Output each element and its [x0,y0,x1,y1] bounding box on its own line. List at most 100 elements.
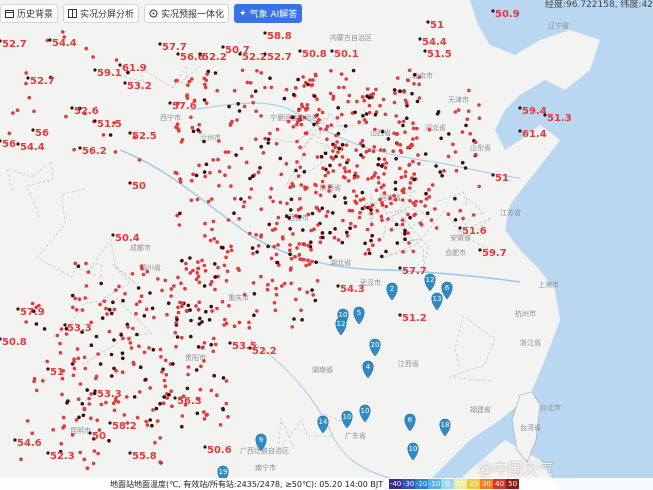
station-temp-label[interactable]: 52.5 [132,131,157,142]
station-temp-label[interactable]: 53.5 [232,341,257,352]
station-dot [175,213,179,218]
station-temp-label[interactable]: 52.7 [2,39,27,50]
station-temp-label[interactable]: 51 [430,20,444,31]
split-screen-analysis-button[interactable]: 实况分屏分析 [63,4,140,23]
station-dot [227,165,232,169]
station-dot [125,395,129,399]
station-temp-label[interactable]: 54.4 [20,142,45,153]
map-canvas[interactable]: 辽宁省北京市天津市河北省山东省山西省内蒙古自治区宁夏回族自治区陕西省河南省江苏省… [0,0,653,490]
station-temp-label[interactable]: 57.7 [402,266,427,277]
station-dot [291,115,295,120]
station-dot [24,320,28,324]
station-temp-label[interactable]: 59.7 [482,248,507,259]
station-dot [427,195,432,199]
station-temp-label[interactable]: 51.5 [427,49,452,60]
station-temp-label[interactable]: 56 [35,128,49,139]
station-temp-label[interactable]: 51 [50,367,64,378]
station-temp-label[interactable]: 51.6 [462,226,487,237]
station-dot [296,77,300,82]
station-dot [225,250,230,254]
station-temp-label[interactable]: 50 [132,181,146,192]
station-dot [202,341,207,345]
station-dot [287,216,292,220]
station-temp-label[interactable]: 54.4 [52,38,77,49]
station-dot [82,407,87,412]
station-temp-label[interactable]: 53.2 [127,81,152,92]
station-dot [412,82,416,86]
station-temp-label[interactable]: 53.3 [67,323,92,334]
station-temp-label[interactable]: 50.1 [334,49,359,60]
station-dot [127,336,131,341]
station-dot [371,243,375,247]
station-temp-label[interactable]: 57.9 [20,307,45,318]
station-dot [295,246,299,250]
station-temp-label[interactable]: 52.2 [242,52,267,63]
station-temp-label[interactable]: 54.3 [340,284,365,295]
station-dot [195,271,199,275]
station-dot [288,243,292,247]
station-temp-label[interactable]: 52.7 [267,52,292,63]
station-dot [361,114,365,118]
station-temp-label[interactable]: 59.1 [97,68,122,79]
station-temp-label[interactable]: 53.3 [97,389,122,400]
station-dot [104,400,108,405]
station-dot [430,183,435,187]
station-dot [349,221,353,226]
station-temp-label[interactable]: 54.6 [17,438,42,449]
station-temp-label[interactable]: 54.4 [422,37,447,48]
station-dot [269,85,274,90]
station-dot [298,165,303,170]
station-temp-label[interactable]: 59.4 [522,106,547,117]
station-temp-label[interactable]: 52.7 [30,76,55,87]
station-temp-label[interactable]: 50.9 [495,9,520,20]
station-dot [209,304,213,309]
station-dot [261,151,266,155]
station-dot [289,256,294,261]
station-temp-label[interactable]: 52.6 [74,106,99,117]
station-dot [427,127,432,132]
station-dot [200,258,204,263]
station-dot [178,180,183,184]
station-temp-label[interactable]: 56.2 [82,146,107,157]
station-dot [254,233,258,237]
station-dot [298,215,302,219]
station-dot [175,317,179,322]
station-temp-label[interactable]: 61.9 [122,63,147,74]
station-dot [403,130,407,134]
station-dot [199,364,203,369]
station-temp-label[interactable]: 55.8 [132,451,157,462]
station-dot [202,284,207,288]
weather-ai-button[interactable]: ✦ 气象 AI解答 [234,4,303,23]
station-temp-label[interactable]: 56 [2,139,16,150]
station-temp-label[interactable]: 57.6 [172,101,197,112]
station-dot [145,423,150,427]
station-dot [130,272,135,276]
history-background-button[interactable]: 历史背景 [0,4,59,23]
station-dot [99,281,103,286]
station-temp-label[interactable]: 50 [92,431,106,442]
station-dot [270,228,275,232]
station-dot [335,140,339,144]
station-temp-label[interactable]: 50.6 [207,445,232,456]
station-temp-label[interactable]: 52.2 [202,52,227,63]
station-temp-label[interactable]: 51.2 [402,313,427,324]
station-temp-label[interactable]: 51.5 [97,119,122,130]
station-temp-label[interactable]: 51.3 [547,113,572,124]
station-temp-label[interactable]: 61.4 [522,129,547,140]
station-temp-label[interactable]: 50.8 [302,49,327,60]
station-temp-label[interactable]: 51 [495,173,509,184]
station-dot [162,378,167,383]
station-temp-label[interactable]: 50.8 [2,337,27,348]
station-dot [245,80,250,85]
station-temp-label[interactable]: 58.8 [267,31,292,42]
station-temp-label[interactable]: 56.3 [177,396,202,407]
station-temp-label[interactable]: 50.4 [115,233,140,244]
station-temp-label[interactable]: 58.2 [112,421,137,432]
station-dot [131,326,135,331]
station-dot [96,352,100,356]
station-temp-label[interactable]: 52.3 [50,451,75,462]
observation-forecast-button[interactable]: 实况预报一体化 [144,4,230,23]
station-dot [298,145,302,150]
station-dot [229,244,233,249]
station-dot [177,129,181,133]
